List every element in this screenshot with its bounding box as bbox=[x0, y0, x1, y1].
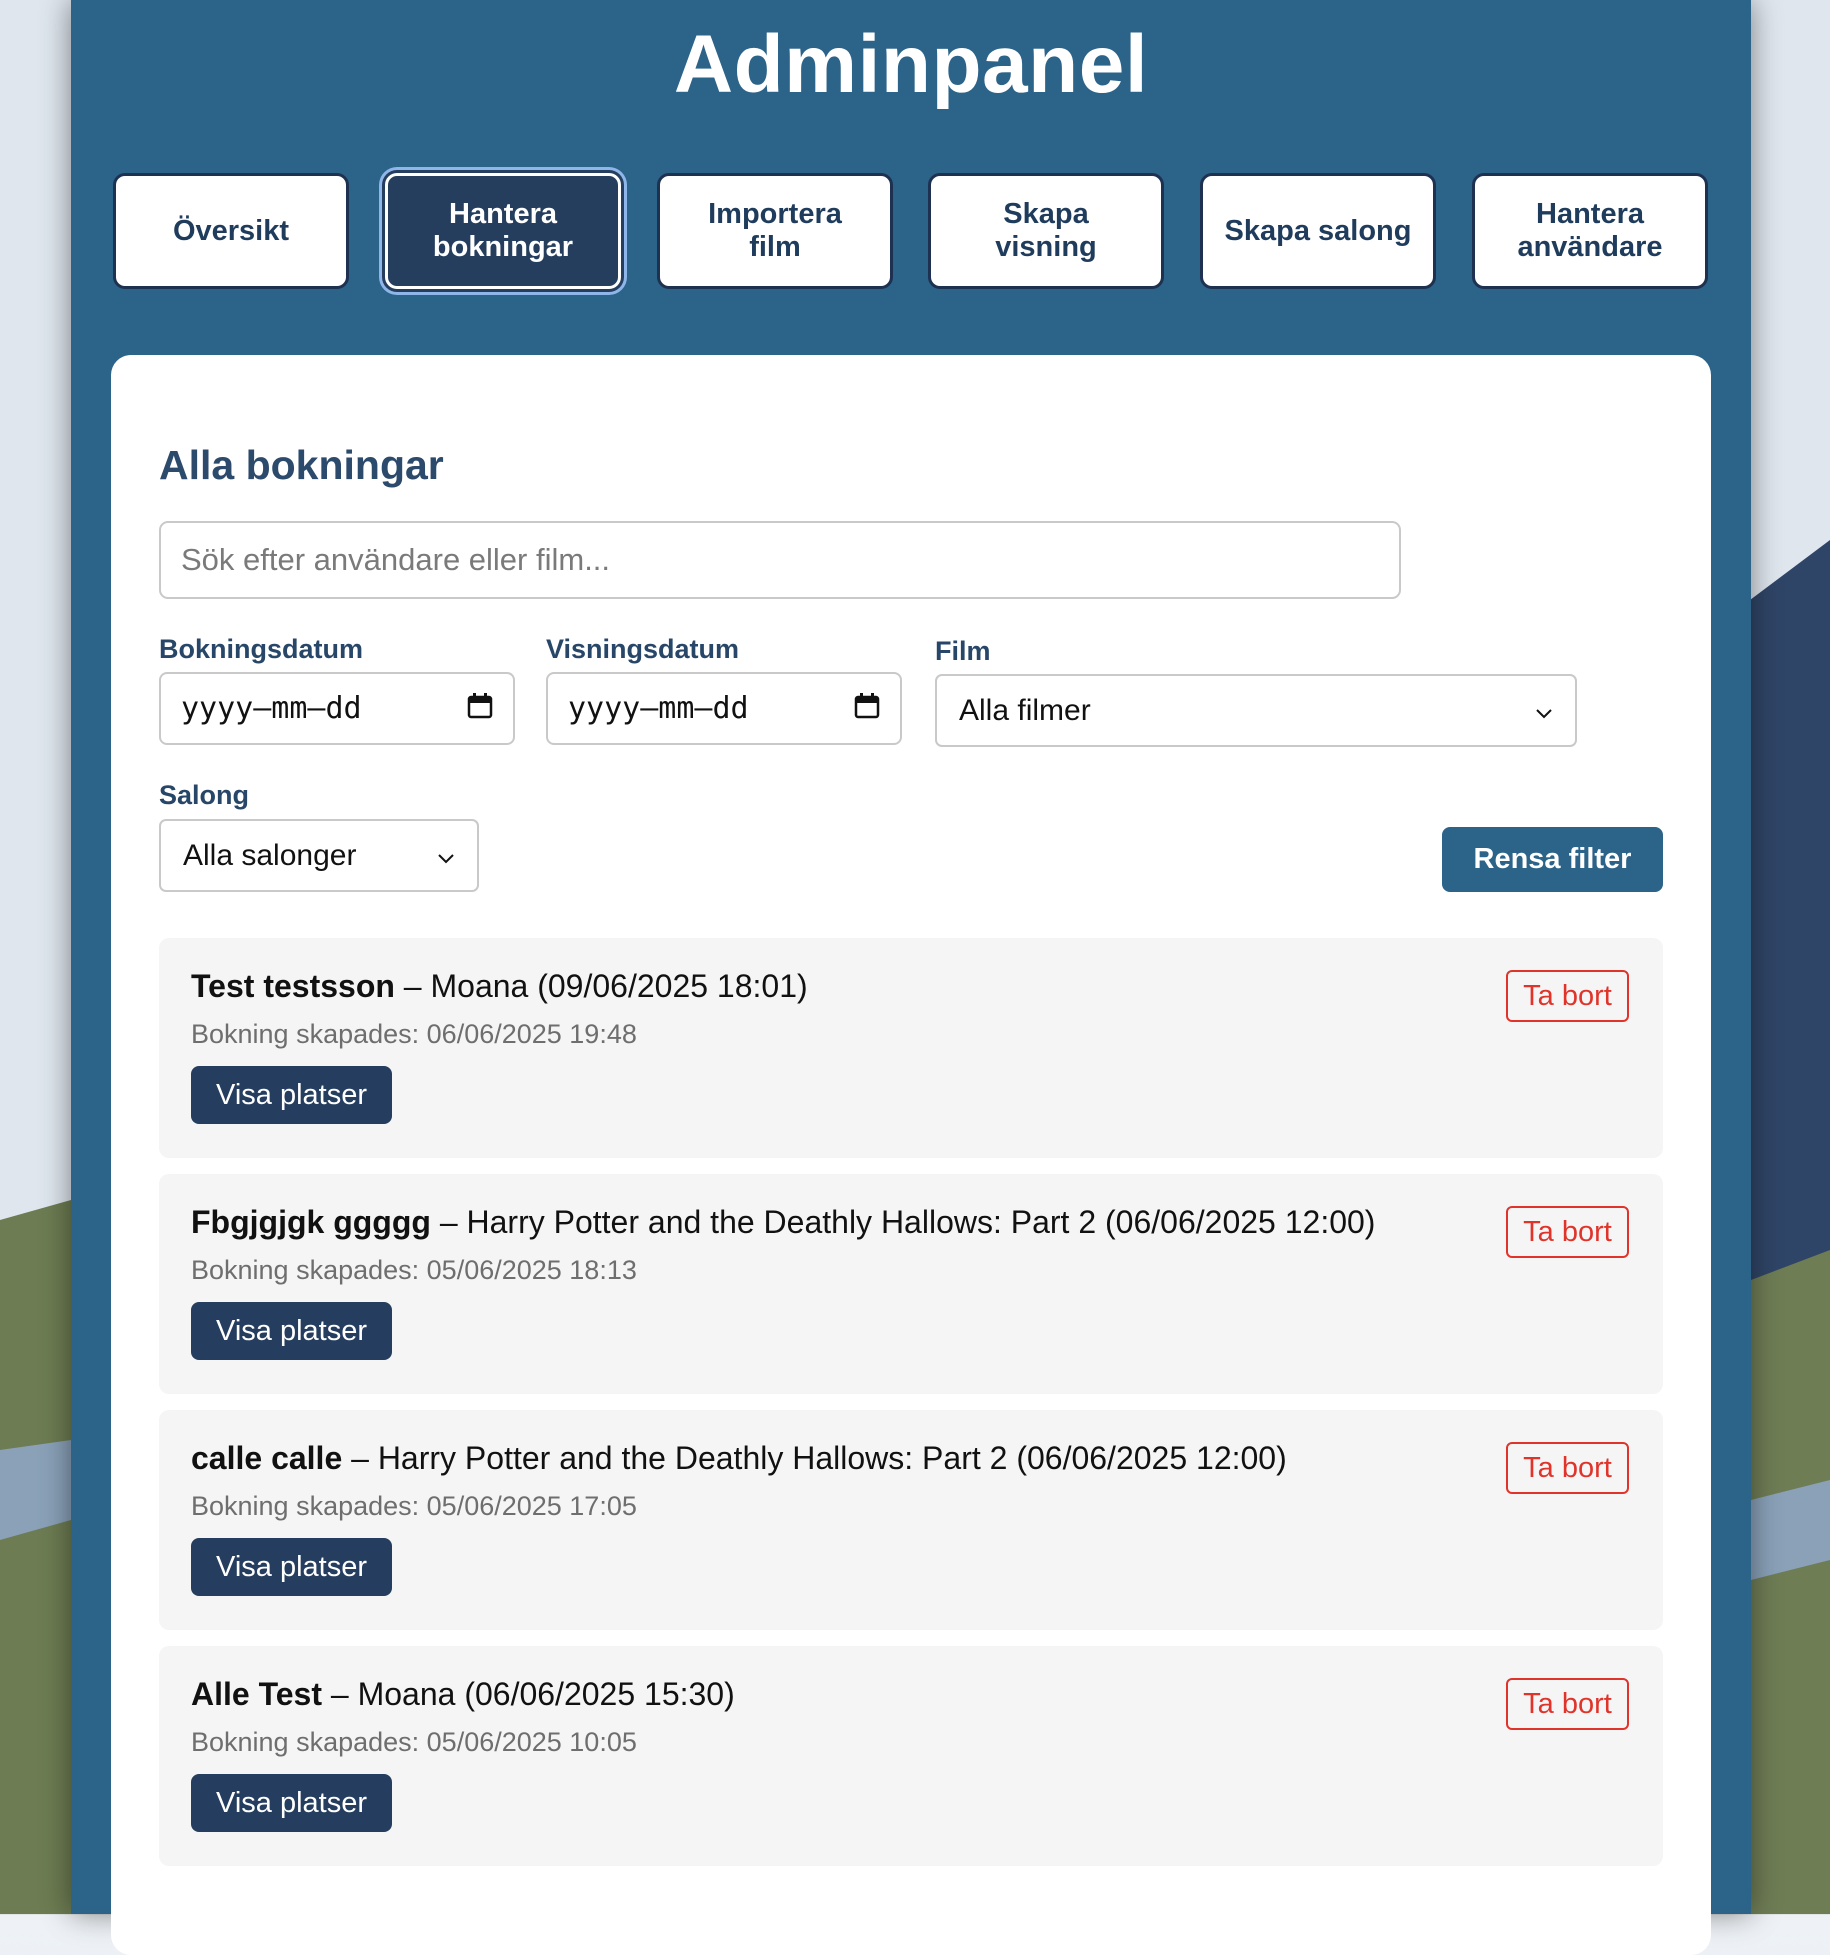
clear-filter-button[interactable]: Rensa filter bbox=[1442, 827, 1663, 892]
booking-user: calle calle bbox=[191, 1440, 343, 1476]
booking-item: Test testsson – Moana (09/06/2025 18:01)… bbox=[159, 938, 1663, 1158]
show-seats-button[interactable]: Visa platser bbox=[191, 1066, 392, 1124]
delete-button[interactable]: Ta bort bbox=[1506, 1442, 1629, 1494]
section-heading: Alla bokningar bbox=[159, 442, 444, 488]
booking-user: Fbgjgjgk ggggg bbox=[191, 1204, 431, 1240]
booking-item: Fbgjgjgk ggggg – Harry Potter and the De… bbox=[159, 1174, 1663, 1394]
booking-details: – Harry Potter and the Deathly Hallows: … bbox=[342, 1440, 1287, 1476]
screening-date-label: Visningsdatum bbox=[546, 634, 740, 664]
tab-skapa-salong[interactable]: Skapa salong bbox=[1200, 173, 1436, 289]
delete-button[interactable]: Ta bort bbox=[1506, 1206, 1629, 1258]
booking-user: Test testsson bbox=[191, 968, 395, 1004]
booking-user: Alle Test bbox=[191, 1676, 322, 1712]
booking-date-value: yyyy–mm–dd bbox=[181, 691, 362, 726]
bookings-card: Alla bokningar Bokningsdatum yyyy–mm–dd … bbox=[111, 355, 1711, 1955]
admin-panel: Adminpanel Översikt Hantera bokningar Im… bbox=[71, 0, 1751, 1955]
tab-oversikt[interactable]: Översikt bbox=[113, 173, 349, 289]
page-title: Adminpanel bbox=[673, 19, 1149, 110]
booking-title: Fbgjgjgk ggggg – Harry Potter and the De… bbox=[191, 1204, 1375, 1241]
search-input[interactable] bbox=[159, 521, 1401, 599]
booking-item: calle calle – Harry Potter and the Death… bbox=[159, 1410, 1663, 1630]
booking-created: Bokning skapades: 05/06/2025 17:05 bbox=[191, 1491, 637, 1521]
booking-title: Test testsson – Moana (09/06/2025 18:01) bbox=[191, 968, 808, 1005]
booking-title: Alle Test – Moana (06/06/2025 15:30) bbox=[191, 1676, 735, 1713]
screening-date-value: yyyy–mm–dd bbox=[568, 691, 749, 726]
film-label: Film bbox=[935, 636, 991, 666]
screening-date-input[interactable]: yyyy–mm–dd bbox=[546, 672, 902, 745]
calendar-icon[interactable] bbox=[854, 692, 880, 725]
salon-label: Salong bbox=[159, 780, 250, 810]
show-seats-button[interactable]: Visa platser bbox=[191, 1774, 392, 1832]
booking-created: Bokning skapades: 05/06/2025 10:05 bbox=[191, 1727, 637, 1757]
booking-date-label: Bokningsdatum bbox=[159, 634, 364, 664]
booking-created: Bokning skapades: 06/06/2025 19:48 bbox=[191, 1019, 637, 1049]
chevron-down-icon bbox=[1535, 694, 1553, 728]
booking-item: Alle Test – Moana (06/06/2025 15:30) Bok… bbox=[159, 1646, 1663, 1866]
chevron-down-icon bbox=[437, 839, 455, 873]
booking-details: – Harry Potter and the Deathly Hallows: … bbox=[430, 1204, 1376, 1240]
film-select[interactable]: Alla filmer bbox=[935, 674, 1577, 747]
show-seats-button[interactable]: Visa platser bbox=[191, 1302, 392, 1360]
delete-button[interactable]: Ta bort bbox=[1506, 970, 1629, 1022]
booking-date-input[interactable]: yyyy–mm–dd bbox=[159, 672, 515, 745]
tab-importera-film[interactable]: Importera film bbox=[657, 173, 893, 289]
tab-hantera-anvandare[interactable]: Hantera användare bbox=[1472, 173, 1708, 289]
booking-created: Bokning skapades: 05/06/2025 18:13 bbox=[191, 1255, 637, 1285]
tab-skapa-visning[interactable]: Skapa visning bbox=[928, 173, 1164, 289]
delete-button[interactable]: Ta bort bbox=[1506, 1678, 1629, 1730]
salon-select-value: Alla salonger bbox=[183, 838, 357, 872]
calendar-icon[interactable] bbox=[467, 692, 493, 725]
film-select-value: Alla filmer bbox=[959, 693, 1091, 727]
tab-hantera-bokningar[interactable]: Hantera bokningar bbox=[385, 173, 621, 289]
booking-details: – Moana (09/06/2025 18:01) bbox=[394, 968, 808, 1004]
show-seats-button[interactable]: Visa platser bbox=[191, 1538, 392, 1596]
booking-details: – Moana (06/06/2025 15:30) bbox=[322, 1676, 735, 1712]
salon-select[interactable]: Alla salonger bbox=[159, 819, 479, 892]
booking-title: calle calle – Harry Potter and the Death… bbox=[191, 1440, 1287, 1477]
